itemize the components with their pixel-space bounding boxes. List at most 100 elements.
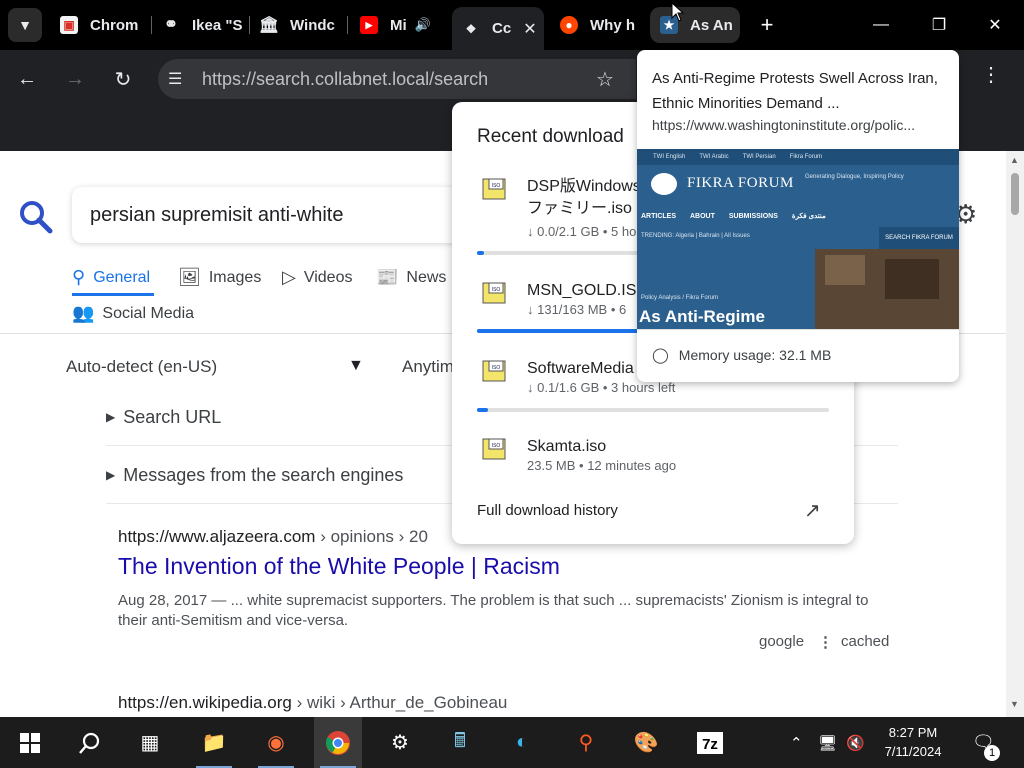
- chrome-taskbar-icon[interactable]: [314, 717, 362, 768]
- search-taskbar-icon[interactable]: [66, 717, 114, 768]
- hovercard-url: https://www.washingtoninstitute.org/poli…: [652, 117, 916, 133]
- preview-nav: ARTICLES ABOUT SUBMISSIONS منتدى فكرة: [641, 212, 826, 221]
- reddit-icon: ●: [560, 16, 578, 34]
- tab-chrome[interactable]: ▣ Chrom: [50, 7, 150, 43]
- globe-icon: ⚭: [163, 15, 179, 34]
- address-bar[interactable]: ☰ https://search.collabnet.local/search …: [158, 59, 636, 99]
- search-url-toggle[interactable]: ▶ Search URL: [106, 407, 221, 428]
- map-pin-icon[interactable]: ⚲: [562, 717, 610, 768]
- minimize-button[interactable]: —: [852, 0, 910, 50]
- download-filename: DSP版Windows: [527, 178, 641, 195]
- download-progress-bar: [477, 408, 829, 412]
- system-clock[interactable]: 8:27 PM 7/11/2024: [870, 723, 956, 761]
- search-logo-icon[interactable]: [18, 199, 54, 235]
- full-download-history-link[interactable]: Full download history: [477, 502, 618, 519]
- people-icon: 👥: [72, 303, 95, 323]
- search-input[interactable]: persian supremisit anti-white: [72, 187, 492, 243]
- scroll-down-icon[interactable]: ▼: [1010, 699, 1019, 709]
- url-text[interactable]: https://search.collabnet.local/search: [202, 69, 488, 90]
- new-tab-button[interactable]: +: [742, 0, 792, 50]
- chevron-down-icon: ▼: [18, 17, 32, 33]
- tab-separator: [347, 16, 348, 34]
- gauge-icon: ◯: [652, 347, 669, 364]
- show-hidden-icons-chevron-icon[interactable]: ⌃: [790, 717, 803, 768]
- language-select[interactable]: Auto-detect (en-US): [66, 357, 217, 377]
- collabnet-icon: ❖: [465, 21, 477, 36]
- file-explorer-icon[interactable]: 📁: [190, 717, 238, 768]
- windows-logo-icon: [20, 732, 40, 753]
- calculator-icon[interactable]: 🖩: [436, 717, 484, 768]
- sevenzip-icon[interactable]: 7z: [686, 717, 734, 768]
- download-status: 23.5 MB • 12 minutes ago: [527, 458, 677, 473]
- download-status: ↓ 131/163 MB • 6: [527, 302, 627, 317]
- result-title-link[interactable]: The Invention of the White People | Raci…: [118, 553, 560, 580]
- forward-button[interactable]: →: [58, 62, 92, 96]
- close-window-button[interactable]: ✕: [966, 0, 1024, 50]
- iso-file-icon: ISO: [482, 282, 506, 304]
- result-url[interactable]: https://www.aljazeera.com › opinions › 2…: [118, 527, 428, 547]
- preview-brand: FIKRA FORUM: [687, 175, 794, 191]
- tab-videos[interactable]: ▷ Videos: [282, 267, 352, 288]
- image-icon: 🖼: [178, 267, 201, 287]
- iso-file-icon: ISO: [482, 178, 506, 200]
- site-info-icon[interactable]: ☰: [168, 69, 182, 89]
- result-url[interactable]: https://en.wikipedia.org › wiki › Arthur…: [118, 693, 507, 713]
- search-icon: ⚲: [72, 267, 86, 287]
- tab-ikea[interactable]: ⚭ Ikea "S: [152, 7, 248, 43]
- open-in-new-icon[interactable]: ↗: [804, 498, 821, 523]
- preview-breadcrumb: Policy Analysis / Fikra Forum: [641, 295, 719, 301]
- tab-collabnet-active[interactable]: ❖ Cc ✕: [452, 7, 544, 50]
- browser-menu-button[interactable]: ⋮: [978, 62, 1004, 87]
- caret-down-icon[interactable]: ▼: [348, 357, 364, 375]
- cached-link[interactable]: cached: [841, 633, 889, 650]
- tab-search-button[interactable]: ▼: [8, 8, 42, 42]
- result-snippet: Aug 28, 2017 — ... white supremacist sup…: [118, 592, 869, 629]
- tab-youtube[interactable]: ▶ Mi 🔊: [350, 7, 440, 43]
- download-filename-line2: ファミリー.iso: [527, 200, 632, 217]
- start-button[interactable]: [6, 717, 54, 768]
- windows-taskbar: ▦ 📁 ◉ ⚙ 🖩 ◐ ⚲ 🎨 7z ⌃ 🖥 🔇 8:27 PM 7/11/20…: [0, 717, 1024, 768]
- tab-reddit[interactable]: ● Why h: [550, 7, 640, 43]
- building-icon: 🏛: [258, 17, 280, 34]
- restore-button[interactable]: ❐: [910, 0, 968, 50]
- news-icon: 📰: [376, 267, 399, 287]
- svg-text:ISO: ISO: [492, 365, 501, 371]
- page-scrollbar[interactable]: ▲ ▼: [1006, 151, 1024, 717]
- active-tab-underline: [72, 293, 154, 296]
- tab-news[interactable]: 📰 News: [376, 267, 446, 288]
- settings-gear-icon[interactable]: ⚙: [376, 717, 424, 768]
- back-button[interactable]: ←: [10, 62, 44, 96]
- preview-topbar: TWI English TWI Arabic TWI Persian Fikra…: [637, 149, 959, 165]
- messages-toggle[interactable]: ▶ Messages from the search engines: [106, 465, 403, 486]
- speaker-icon[interactable]: 🔊: [415, 17, 431, 33]
- notification-count-badge: 1: [984, 745, 1000, 761]
- tab-social-media[interactable]: 👥 Social Media: [72, 303, 194, 324]
- downloads-title: Recent download: [477, 126, 624, 147]
- iso-file-icon: ISO: [482, 438, 506, 460]
- firefox-icon[interactable]: ◉: [252, 717, 300, 768]
- tab-strip: ▼ ▣ Chrom ⚭ Ikea "S 🏛 Windc ▶ Mi 🔊 ❖ Cc …: [0, 0, 1024, 50]
- svg-text:ISO: ISO: [492, 443, 501, 449]
- tab-general[interactable]: ⚲ General: [72, 267, 150, 288]
- mouse-cursor-icon: [671, 2, 685, 22]
- download-filename: Skamta.iso: [527, 438, 607, 455]
- tab-images[interactable]: 🖼 Images: [178, 267, 261, 288]
- preview-search-button: SEARCH FIKRA FORUM: [879, 227, 959, 249]
- task-view-icon[interactable]: ▦: [126, 717, 174, 768]
- reload-button[interactable]: ↻: [106, 62, 140, 96]
- preview-headline: As Anti-Regime: [639, 307, 765, 326]
- download-item[interactable]: ISO Skamta.iso 23.5 MB • 12 minutes ago: [452, 436, 854, 506]
- close-tab-icon[interactable]: ✕: [523, 19, 536, 39]
- volume-muted-icon[interactable]: 🔇: [846, 717, 865, 768]
- tab-windows[interactable]: 🏛 Windc: [250, 7, 346, 43]
- bookmark-star-icon[interactable]: ☆: [596, 67, 614, 92]
- network-icon[interactable]: 🖥: [818, 717, 837, 768]
- scroll-up-icon[interactable]: ▲: [1010, 155, 1019, 165]
- edge-icon[interactable]: ◐: [498, 717, 546, 768]
- tab-fikra-hovered[interactable]: ★ As An: [650, 7, 740, 43]
- paint-icon[interactable]: 🎨: [622, 717, 670, 768]
- disclosure-triangle-icon: ▶: [106, 468, 116, 482]
- scrollbar-thumb[interactable]: [1011, 173, 1019, 215]
- divider: [637, 329, 959, 330]
- time-range-select[interactable]: Anytim: [402, 357, 454, 377]
